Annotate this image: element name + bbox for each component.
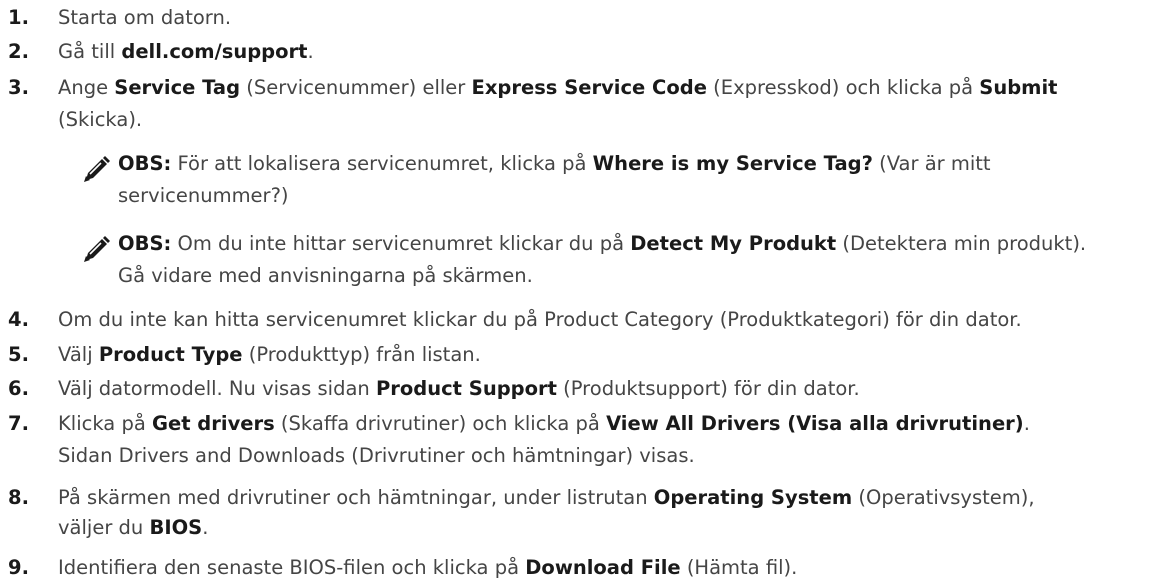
step-number: 8. (8, 486, 29, 509)
step-number: 1. (8, 6, 29, 29)
step-text: Välj Product Type (Produkttyp) från list… (58, 343, 481, 366)
note-text: OBS: Om du inte hittar servicenumret kli… (118, 232, 1087, 255)
note-label: OBS: (118, 152, 172, 175)
step-number: 5. (8, 343, 29, 366)
step-text: Om du inte kan hitta servicenumret klick… (58, 308, 1022, 331)
instruction-document: 1. Starta om datorn. 2. Gå till dell.com… (0, 0, 1170, 579)
note-box: OBS: För att lokalisera servicenumret, k… (82, 148, 1162, 218)
step-number: 2. (8, 40, 29, 63)
step-text: Gå till dell.com/support. (58, 40, 314, 63)
note-text: OBS: För att lokalisera servicenumret, k… (118, 152, 991, 175)
step-number: 3. (8, 76, 29, 99)
support-link[interactable]: dell.com/support (121, 40, 307, 63)
step-text: Välj datormodell. Nu visas sidan Product… (58, 377, 860, 400)
note-box: OBS: Om du inte hittar servicenumret kli… (82, 228, 1162, 298)
step-number: 4. (8, 308, 29, 331)
step-number: 6. (8, 377, 29, 400)
step-text: Klicka på Get drivers (Skaffa drivrutine… (58, 412, 1030, 435)
step-text: Ange Service Tag (Servicenummer) eller E… (58, 76, 1058, 99)
step-text: Starta om datorn. (58, 6, 232, 29)
step-text: På skärmen med drivrutiner och hämtninga… (58, 486, 1035, 509)
step-number: 9. (8, 556, 29, 579)
step-number: 7. (8, 412, 29, 435)
note-label: OBS: (118, 232, 172, 255)
step-text: Identifiera den senaste BIOS-filen och k… (58, 556, 798, 579)
pencil-note-icon (83, 235, 111, 263)
pencil-note-icon (83, 155, 111, 183)
